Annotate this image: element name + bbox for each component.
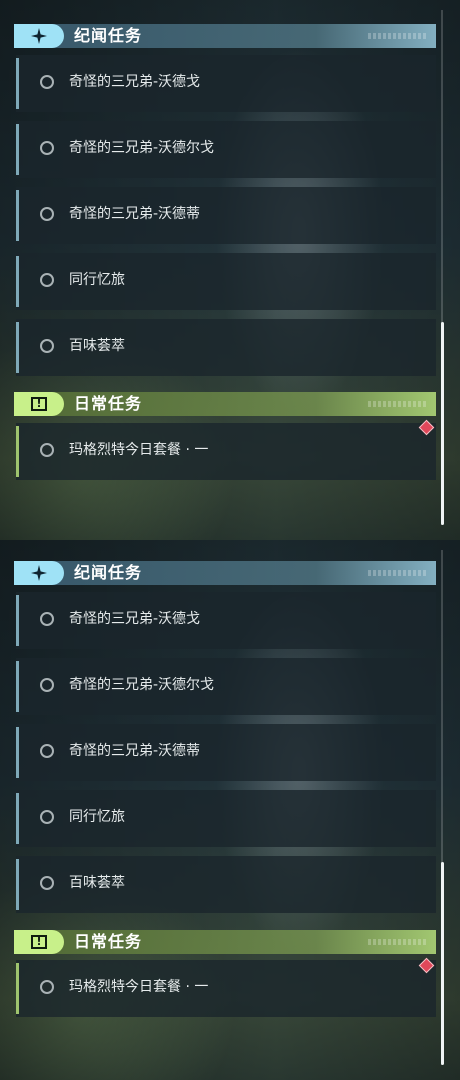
quest-label: 奇怪的三兄弟-沃德尔戈	[69, 677, 215, 693]
quest-accent-bar	[16, 190, 19, 241]
quest-item[interactable]: 奇怪的三兄弟-沃德戈	[16, 55, 436, 112]
quest-accent-bar	[16, 661, 19, 712]
quest-accent-bar	[16, 595, 19, 646]
section-header-story[interactable]: 纪闻任务	[14, 24, 436, 48]
section-badge: !	[14, 930, 64, 954]
sparkle-star-icon	[30, 27, 48, 45]
quest-accent-bar	[16, 426, 19, 477]
section-badge: !	[14, 392, 64, 416]
quest-status-circle-icon	[40, 207, 54, 221]
header-decoration	[368, 401, 426, 407]
quest-accent-bar	[16, 727, 19, 778]
quest-label: 玛格烈特今日套餐 · 一	[69, 979, 209, 995]
quest-accent-bar	[16, 256, 19, 307]
quest-status-circle-icon	[40, 980, 54, 994]
section-header-daily[interactable]: ! 日常任务	[14, 930, 436, 954]
quest-accent-bar	[16, 793, 19, 844]
quest-item[interactable]: 同行忆旅	[16, 790, 436, 847]
quest-status-circle-icon	[40, 876, 54, 890]
quest-label: 奇怪的三兄弟-沃德戈	[69, 611, 201, 627]
quest-label: 玛格烈特今日套餐 · 一	[69, 442, 209, 458]
section-title: 纪闻任务	[74, 26, 143, 45]
quest-item[interactable]: 百味荟萃	[16, 319, 436, 376]
quest-label: 奇怪的三兄弟-沃德戈	[69, 74, 201, 90]
quest-status-circle-icon	[40, 339, 54, 353]
quest-label: 奇怪的三兄弟-沃德尔戈	[69, 140, 215, 156]
quest-label: 同行忆旅	[69, 809, 125, 825]
quest-item[interactable]: 奇怪的三兄弟-沃德戈	[16, 592, 436, 649]
header-decoration	[368, 939, 426, 945]
quest-status-circle-icon	[40, 141, 54, 155]
quest-label: 百味荟萃	[69, 338, 125, 354]
section-badge	[14, 24, 64, 48]
section-title: 日常任务	[74, 932, 143, 951]
quest-panel-top: 纪闻任务 奇怪的三兄弟-沃德戈 奇怪的三兄弟-沃德尔戈 奇怪的三兄弟-沃德蒂 同…	[0, 0, 460, 540]
quest-status-circle-icon	[40, 744, 54, 758]
quest-accent-bar	[16, 58, 19, 109]
quest-item[interactable]: 同行忆旅	[16, 253, 436, 310]
quest-accent-bar	[16, 963, 19, 1014]
quest-status-circle-icon	[40, 678, 54, 692]
quest-label: 奇怪的三兄弟-沃德蒂	[69, 743, 201, 759]
quest-item[interactable]: 奇怪的三兄弟-沃德蒂	[16, 187, 436, 244]
sparkle-star-icon	[30, 564, 48, 582]
section-header-story[interactable]: 纪闻任务	[14, 561, 436, 585]
quest-status-circle-icon	[40, 443, 54, 457]
scrollbar-thumb[interactable]	[441, 322, 444, 525]
scrollbar-thumb[interactable]	[441, 862, 444, 1065]
quest-accent-bar	[16, 322, 19, 373]
section-title: 纪闻任务	[74, 563, 143, 582]
quest-item[interactable]: 玛格烈特今日套餐 · 一	[16, 423, 436, 480]
quest-item[interactable]: 奇怪的三兄弟-沃德尔戈	[16, 121, 436, 178]
quest-label: 同行忆旅	[69, 272, 125, 288]
alert-exclamation-icon: !	[31, 397, 47, 411]
quest-accent-bar	[16, 859, 19, 910]
alert-exclamation-icon: !	[31, 935, 47, 949]
section-badge	[14, 561, 64, 585]
quest-status-circle-icon	[40, 75, 54, 89]
quest-item[interactable]: 玛格烈特今日套餐 · 一	[16, 960, 436, 1017]
quest-item[interactable]: 奇怪的三兄弟-沃德蒂	[16, 724, 436, 781]
header-decoration	[368, 33, 426, 39]
quest-panel-bottom: 纪闻任务 奇怪的三兄弟-沃德戈 奇怪的三兄弟-沃德尔戈 奇怪的三兄弟-沃德蒂 同…	[0, 540, 460, 1080]
quest-item[interactable]: 奇怪的三兄弟-沃德尔戈	[16, 658, 436, 715]
header-decoration	[368, 570, 426, 576]
quest-accent-bar	[16, 124, 19, 175]
section-title: 日常任务	[74, 394, 143, 413]
quest-item[interactable]: 百味荟萃	[16, 856, 436, 913]
quest-status-circle-icon	[40, 612, 54, 626]
quest-label: 百味荟萃	[69, 875, 125, 891]
quest-label: 奇怪的三兄弟-沃德蒂	[69, 206, 201, 222]
section-header-daily[interactable]: ! 日常任务	[14, 392, 436, 416]
quest-status-circle-icon	[40, 273, 54, 287]
quest-status-circle-icon	[40, 810, 54, 824]
